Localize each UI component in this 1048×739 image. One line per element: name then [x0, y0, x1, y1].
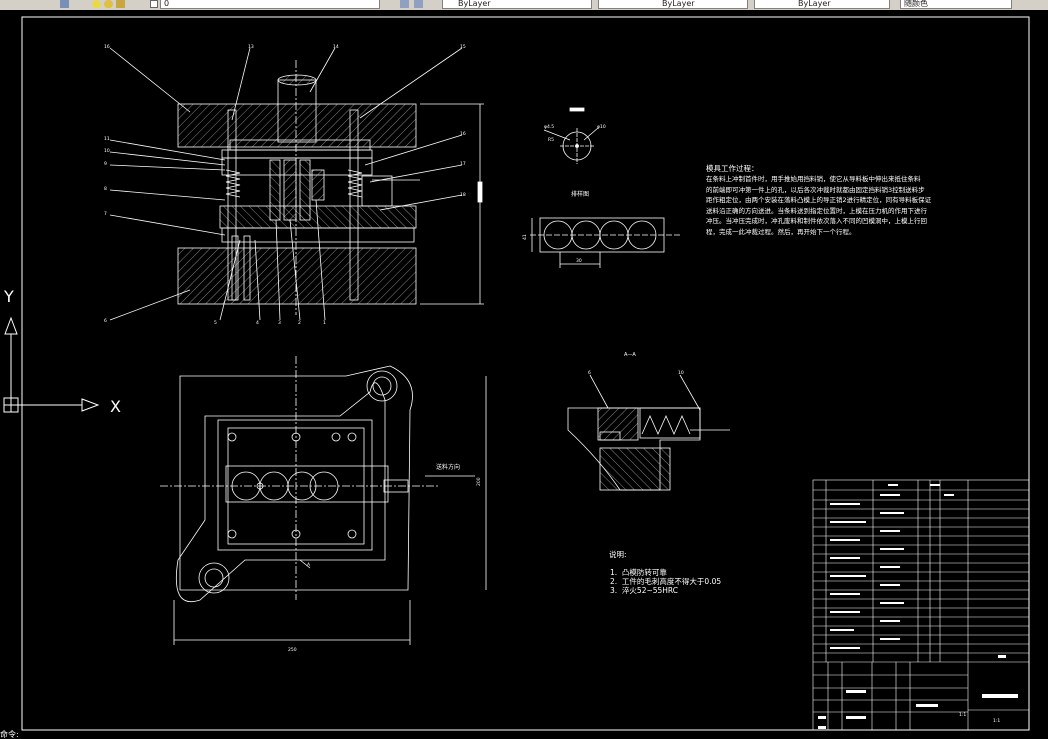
svg-text:3: 3 — [278, 320, 281, 326]
svg-text:16: 16 — [460, 131, 466, 137]
ucs-icon — [3, 316, 100, 413]
svg-text:250: 250 — [288, 647, 297, 653]
feed-direction-label: 送料方向 — [436, 463, 460, 471]
plotstyle-dropdown[interactable]: 随颜色 — [900, 0, 1012, 9]
layer-dropdown[interactable]: 0 — [160, 0, 380, 9]
color-swatch-icon[interactable] — [150, 0, 158, 8]
svg-text:R5: R5 — [548, 137, 554, 143]
command-prompt: 命令: — [0, 730, 19, 739]
ucs-x-label: X — [110, 397, 121, 416]
strip-dim-labels: φ4.5 R5 φ10 30 41 — [522, 124, 606, 264]
svg-text:10: 10 — [678, 370, 684, 376]
svg-text:17: 17 — [460, 161, 466, 167]
lock-icon[interactable] — [116, 0, 125, 8]
linetype-value: ByLayer — [662, 0, 695, 8]
svg-text:41: 41 — [522, 234, 528, 240]
svg-text:6: 6 — [104, 318, 107, 324]
notes-title: 说明: — [609, 550, 627, 559]
svg-text:4: 4 — [256, 320, 259, 326]
svg-text:14: 14 — [333, 44, 339, 50]
light-bulb-icon[interactable] — [92, 0, 101, 8]
die-plan-view — [160, 356, 487, 645]
command-line[interactable]: 命令: — [0, 731, 40, 739]
color-value: ByLayer — [458, 0, 491, 8]
svg-text:φ10: φ10 — [597, 124, 606, 130]
plotstyle-value: 随颜色 — [904, 0, 928, 8]
ucs-y-label: Y — [3, 287, 14, 306]
color-dropdown[interactable]: ByLayer — [442, 0, 592, 9]
svg-text:7: 7 — [104, 211, 107, 217]
svg-text:9: 9 — [104, 161, 107, 167]
layer-previous-icon[interactable] — [414, 0, 423, 8]
note-3: 3. 淬火52~55HRC — [610, 586, 679, 595]
section-a-a-label: A—A — [624, 352, 636, 358]
strip-layout — [530, 107, 680, 268]
model-space-canvas[interactable]: 16 13 14 15 11 10 9 8 7 6 16 17 18 5 4 3 2 1 φ4.5 R5 φ1… — [0, 10, 1048, 739]
svg-text:φ4.5: φ4.5 — [544, 124, 554, 130]
svg-text:16: 16 — [104, 44, 110, 50]
title-block — [812, 479, 1030, 731]
scale-value: 1:1 — [959, 712, 966, 718]
svg-text:200: 200 — [476, 477, 482, 486]
lineweight-dropdown[interactable]: ByLayer — [754, 0, 890, 9]
svg-text:11: 11 — [104, 136, 110, 142]
sun-icon[interactable] — [104, 0, 113, 8]
svg-text:A: A — [307, 562, 311, 568]
layer-value: 0 — [164, 0, 170, 8]
svg-text:15: 15 — [460, 44, 466, 50]
drawing-number: 1:1 — [993, 718, 1000, 724]
svg-text:13: 13 — [248, 44, 254, 50]
svg-text:10: 10 — [104, 148, 110, 154]
section-a-a — [567, 374, 730, 491]
work-process-title: 模具工作过程： — [706, 164, 759, 173]
svg-text:5: 5 — [214, 320, 217, 326]
die-section-view — [109, 47, 484, 321]
svg-text:2: 2 — [298, 320, 301, 326]
svg-text:18: 18 — [460, 192, 466, 198]
svg-text:30: 30 — [576, 258, 582, 264]
cad-drawing: 16 13 14 15 11 10 9 8 7 6 16 17 18 5 4 3 2 1 φ4.5 R5 φ1… — [3, 16, 1030, 731]
svg-text:6: 6 — [588, 370, 591, 376]
layer-manager-icon[interactable] — [60, 0, 69, 8]
drawing-border — [21, 16, 1030, 731]
lineweight-value: ByLayer — [798, 0, 831, 8]
work-process-text: 在条料上冲制首件时，用手推始用挡料销，使它从导料板中伸出来抵住条料 的前端即可冲… — [706, 175, 932, 236]
linetype-dropdown[interactable]: ByLayer — [598, 0, 748, 9]
strip-layout-title: 排样图 — [571, 190, 589, 198]
svg-text:1: 1 — [323, 320, 326, 326]
svg-text:8: 8 — [104, 186, 107, 192]
make-current-layer-icon[interactable] — [400, 0, 409, 8]
